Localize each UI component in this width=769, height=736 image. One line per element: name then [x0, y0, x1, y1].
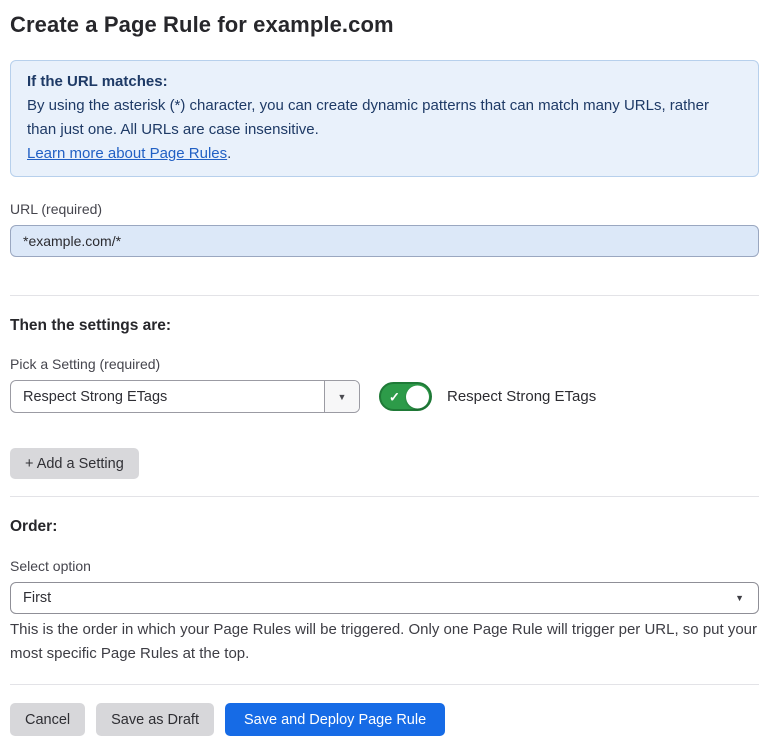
- url-match-info-box: If the URL matches: By using the asteris…: [10, 60, 759, 177]
- setting-toggle-label: Respect Strong ETags: [447, 388, 596, 405]
- order-help-text: This is the order in which your Page Rul…: [10, 618, 759, 666]
- url-field-label: URL (required): [10, 201, 759, 217]
- save-deploy-button[interactable]: Save and Deploy Page Rule: [225, 703, 445, 736]
- pick-setting-label: Pick a Setting (required): [10, 356, 759, 372]
- toggle-knob: [406, 385, 429, 408]
- setting-toggle-switch[interactable]: ✓: [379, 382, 432, 411]
- settings-section-heading: Then the settings are:: [10, 317, 759, 335]
- section-divider: [10, 496, 759, 497]
- footer-divider: [10, 684, 759, 685]
- footer-actions: Cancel Save as Draft Save and Deploy Pag…: [10, 703, 759, 736]
- page-rule-form: Create a Page Rule for example.com If th…: [0, 0, 769, 736]
- order-select[interactable]: First ▼: [10, 582, 759, 614]
- info-box-body: By using the asterisk (*) character, you…: [27, 94, 742, 142]
- setting-select-value: Respect Strong ETags: [11, 381, 324, 412]
- setting-select[interactable]: Respect Strong ETags ▼: [10, 380, 360, 413]
- check-icon: ✓: [389, 390, 400, 403]
- url-input[interactable]: [10, 225, 759, 257]
- info-box-link-line: Learn more about Page Rules.: [27, 142, 742, 166]
- order-select-label: Select option: [10, 558, 759, 574]
- order-select-value: First: [23, 590, 51, 606]
- add-setting-button[interactable]: + Add a Setting: [10, 448, 139, 479]
- link-period: .: [227, 145, 231, 162]
- dropdown-arrow-icon: ▼: [338, 392, 347, 402]
- section-divider: [10, 295, 759, 296]
- order-section-heading: Order:: [10, 518, 759, 536]
- setting-row: Respect Strong ETags ▼ ✓ Respect Strong …: [10, 380, 759, 413]
- chevron-down-icon: ▼: [735, 593, 744, 603]
- page-title: Create a Page Rule for example.com: [10, 12, 759, 38]
- info-box-heading: If the URL matches:: [27, 70, 742, 94]
- learn-more-link[interactable]: Learn more about Page Rules: [27, 145, 227, 162]
- save-draft-button[interactable]: Save as Draft: [96, 703, 214, 736]
- cancel-button[interactable]: Cancel: [10, 703, 85, 736]
- setting-select-arrow-button[interactable]: ▼: [324, 381, 359, 412]
